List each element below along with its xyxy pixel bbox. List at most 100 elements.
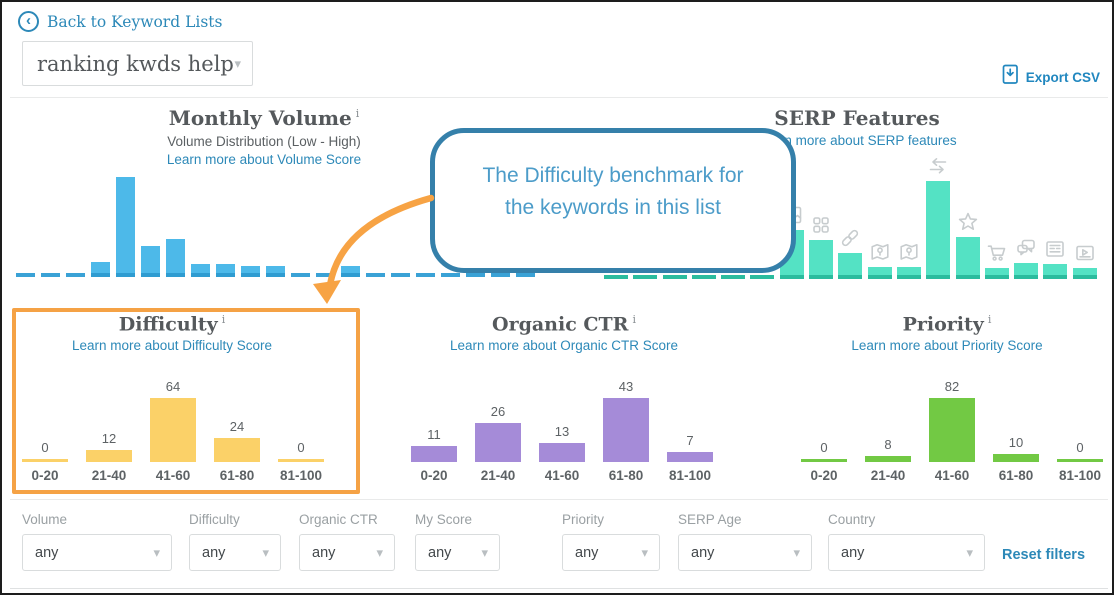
bar <box>926 181 950 279</box>
volume-baseline-dash <box>466 273 485 277</box>
bucket-label: 21-40 <box>481 468 516 483</box>
filter-difficulty: Difficulty any▾ <box>189 512 281 571</box>
bucket-label: 41-60 <box>545 468 580 483</box>
bucket-label: 61-80 <box>609 468 644 483</box>
bar <box>865 456 911 462</box>
chevron-down-icon: ▾ <box>376 545 394 561</box>
priority-title: Priorityi <box>777 313 1114 335</box>
filter-select-difficulty[interactable]: any▾ <box>189 534 281 571</box>
volume-baseline-dash <box>16 273 35 277</box>
filter-select-organic-ctr[interactable]: any▾ <box>299 534 395 571</box>
bar <box>667 452 713 462</box>
organic-ctr-bucket-41-60: 13 41-60 <box>530 424 594 483</box>
filter-select-serp-age[interactable]: any▾ <box>678 534 812 571</box>
filter-value: any <box>23 545 153 561</box>
volume-score-learn-more-link[interactable]: Learn more about Volume Score <box>64 152 464 167</box>
organic-ctr-bucket-81-100: 781-100 <box>658 433 722 483</box>
filter-value: any <box>829 545 966 561</box>
bar <box>868 267 892 279</box>
volume-baseline-dash <box>66 273 85 277</box>
dash <box>516 273 535 277</box>
bar <box>241 266 260 277</box>
chevron-down-icon: ▾ <box>234 56 252 72</box>
filter-select-volume[interactable]: any▾ <box>22 534 172 571</box>
filter-label: Difficulty <box>189 512 281 527</box>
filter-volume: Volumeany▾ <box>22 512 172 571</box>
serp-feature-bar <box>926 154 950 279</box>
dash <box>721 275 745 279</box>
info-icon[interactable]: i <box>356 107 360 120</box>
filter-serp-age: SERP Ageany▾ <box>678 512 812 571</box>
dash <box>16 273 35 277</box>
info-icon[interactable]: i <box>988 313 992 326</box>
organic-ctr-chart: 110-202621-401341-604361-80781-100 <box>402 377 722 483</box>
monthly-volume-section: Monthly Volumei Volume Distribution (Low… <box>64 106 464 167</box>
filter-select-priority[interactable]: any▾ <box>562 534 660 571</box>
dash <box>663 275 687 279</box>
serp-baseline-dash <box>604 275 628 279</box>
priority-learn-more-link[interactable]: Learn more about Priority Score <box>777 338 1114 353</box>
serp-features-title: SERP Features <box>657 106 1057 130</box>
serp-baseline-dash <box>721 275 745 279</box>
volume-bar <box>191 264 210 277</box>
bar-value-label: 0 <box>820 440 827 455</box>
keyword-list-selector[interactable]: ranking kwds help ▾ <box>22 41 253 86</box>
dash <box>41 273 60 277</box>
bar <box>216 264 235 277</box>
chevron-down-icon: ▾ <box>262 545 280 561</box>
filter-organic-ctr: Organic CTRany▾ <box>299 512 395 571</box>
filter-label: Country <box>828 512 985 527</box>
filter-value: any <box>679 545 793 561</box>
export-csv-button[interactable]: Export CSV <box>1002 64 1100 90</box>
priority-chart: 00-20821-408241-601061-80081-100 <box>792 377 1112 483</box>
volume-baseline-dash <box>41 273 60 277</box>
volume-bar <box>91 262 110 277</box>
filter-value: any <box>190 545 262 561</box>
serp-feature-bar <box>868 240 892 279</box>
export-csv-icon <box>1002 64 1019 90</box>
annotation-arrow <box>297 185 447 313</box>
related-searches-icon <box>926 154 950 178</box>
news-icon <box>1043 237 1067 261</box>
reset-filters-link[interactable]: Reset filters <box>1002 547 1085 563</box>
local-pack-icon <box>897 240 921 264</box>
bar <box>475 423 521 462</box>
bar <box>91 262 110 277</box>
info-icon[interactable]: i <box>632 313 636 326</box>
serp-feature-bar <box>897 240 921 279</box>
organic-ctr-learn-more-link[interactable]: Learn more about Organic CTR Score <box>394 338 734 353</box>
bar <box>116 177 135 277</box>
filter-value: any <box>300 545 376 561</box>
keyword-list-name: ranking kwds help <box>23 52 234 76</box>
filter-select-my-score[interactable]: any▾ <box>415 534 500 571</box>
volume-bar <box>216 264 235 277</box>
chevron-down-icon: ▾ <box>793 545 811 561</box>
serp-feature-bar <box>1073 241 1097 279</box>
bar-value-label: 13 <box>555 424 569 439</box>
serp-baseline-dash <box>663 275 687 279</box>
chevron-down-icon: ▾ <box>966 545 984 561</box>
priority-bucket-0-20: 0 0-20 <box>792 440 856 483</box>
bar <box>956 237 980 279</box>
bucket-label: 81-100 <box>669 468 711 483</box>
serp-feature-bar <box>1043 237 1067 279</box>
dash <box>491 273 510 277</box>
volume-baseline-dash <box>491 273 510 277</box>
back-to-keyword-lists-link[interactable]: ‹ Back to Keyword Lists <box>18 11 222 32</box>
filter-select-country[interactable]: any▾ <box>828 534 985 571</box>
serp-baseline-dash <box>633 275 657 279</box>
filter-my-score: My Scoreany▾ <box>415 512 500 571</box>
export-csv-label: Export CSV <box>1026 70 1100 85</box>
link-icon <box>838 226 862 250</box>
volume-bar <box>141 246 160 277</box>
bar <box>191 264 210 277</box>
dash <box>466 273 485 277</box>
bar <box>838 253 862 279</box>
back-link-label: Back to Keyword Lists <box>47 13 222 31</box>
filter-value: any <box>563 545 641 561</box>
serp-feature-bar <box>1014 236 1038 279</box>
bucket-label: 0-20 <box>810 468 837 483</box>
bar <box>411 446 457 462</box>
bar <box>993 454 1039 462</box>
bar <box>1073 268 1097 279</box>
